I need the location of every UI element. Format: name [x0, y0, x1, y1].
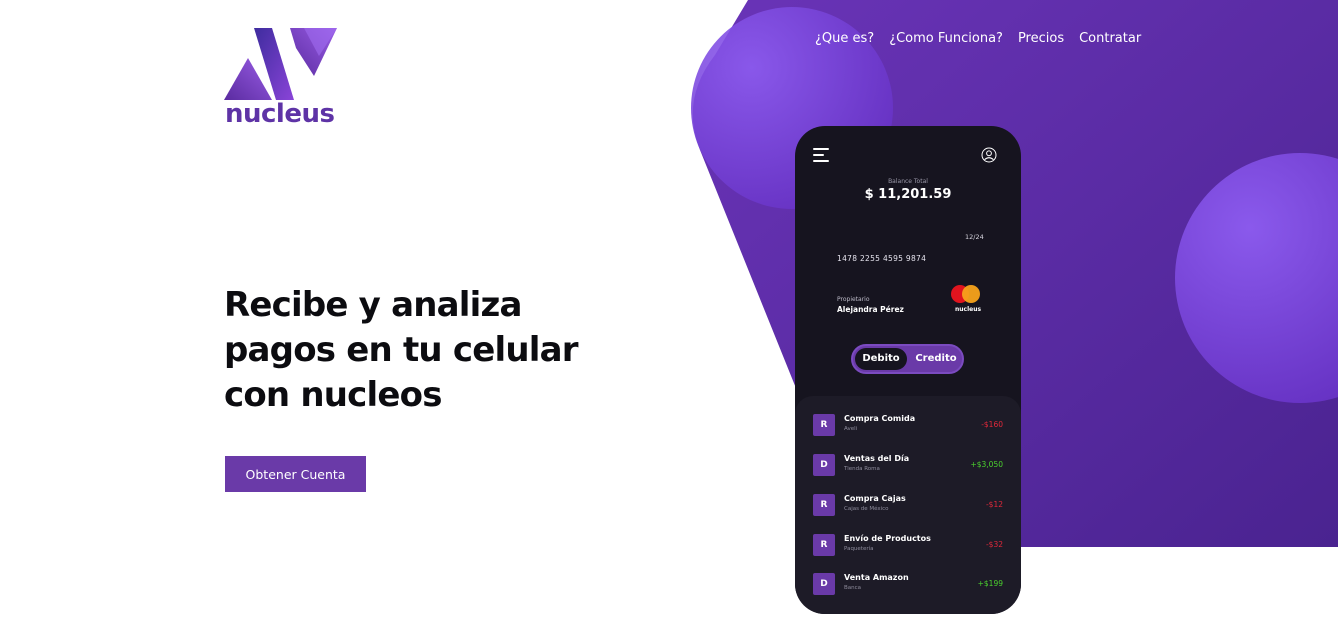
transaction-title: Compra Comida	[844, 414, 916, 423]
logo-mark-icon	[224, 28, 337, 100]
transaction-row[interactable]: D Ventas del Día Tienda Roma +$3,050	[795, 450, 1021, 480]
transaction-badge: D	[813, 573, 835, 595]
transaction-subtitle: Banca	[844, 585, 862, 591]
transactions-list: R Compra Comida Aveli -$160 D Ventas del…	[795, 396, 1021, 614]
main-nav: ¿Que es? ¿Como Funciona? Precios Contrat…	[815, 31, 1141, 46]
menu-icon[interactable]	[813, 148, 829, 162]
transaction-badge: R	[813, 414, 835, 436]
transaction-row[interactable]: R Compra Cajas Cajas de México -$12	[795, 490, 1021, 520]
transaction-subtitle: Paquetería	[844, 546, 874, 552]
hero-title-line: pagos en tu celular	[224, 330, 578, 370]
card-number: 1478 2255 4595 9874	[837, 254, 927, 263]
transaction-subtitle: Tienda Roma	[844, 466, 880, 472]
nav-link-como-funciona[interactable]: ¿Como Funciona?	[889, 31, 1003, 46]
get-account-button[interactable]: Obtener Cuenta	[225, 456, 366, 492]
debit-credit-toggle: Debito Credito	[851, 344, 964, 374]
brand-name: nucleus	[225, 99, 335, 129]
transaction-amount: -$160	[981, 420, 1003, 429]
card-owner-name: Alejandra Pérez	[837, 305, 904, 314]
brand-logo[interactable]: nucleus	[224, 26, 344, 130]
transaction-badge: R	[813, 534, 835, 556]
transaction-row[interactable]: D Venta Amazon Banca +$199	[795, 569, 1021, 599]
transaction-badge: R	[813, 494, 835, 516]
transaction-title: Ventas del Día	[844, 454, 910, 463]
transaction-title: Venta Amazon	[844, 573, 909, 582]
nav-link-contratar[interactable]: Contratar	[1079, 31, 1141, 46]
hero-title: Recibe y analiza pagos en tu celular con…	[224, 283, 644, 418]
toggle-credit[interactable]: Credito	[911, 348, 961, 370]
transaction-badge: D	[813, 454, 835, 476]
transaction-amount: -$32	[985, 540, 1003, 549]
nav-link-que-es[interactable]: ¿Que es?	[815, 31, 874, 46]
user-icon[interactable]	[981, 147, 997, 163]
balance-label: Balance Total	[888, 178, 928, 185]
card-owner-label: Propietario	[837, 296, 870, 303]
mastercard-icon	[951, 285, 980, 303]
hero-title-line: con nucleos	[224, 375, 442, 415]
transaction-row[interactable]: R Envío de Productos Paquetería -$32	[795, 530, 1021, 560]
transaction-subtitle: Aveli	[844, 426, 858, 432]
nav-link-precios[interactable]: Precios	[1018, 31, 1064, 46]
phone-mockup: Balance Total $ 11,201.59 12/24 1478 225…	[795, 126, 1021, 614]
transaction-row[interactable]: R Compra Comida Aveli -$160	[795, 410, 1021, 440]
toggle-debit[interactable]: Debito	[855, 348, 907, 370]
transaction-title: Envío de Productos	[844, 534, 931, 543]
hero-background-shape	[691, 0, 1338, 547]
transaction-title: Compra Cajas	[844, 494, 906, 503]
transaction-amount: +$3,050	[970, 460, 1003, 469]
card-expiry: 12/24	[965, 233, 984, 241]
transaction-amount: -$12	[985, 500, 1003, 509]
hero-title-line: Recibe y analiza	[224, 285, 522, 325]
transaction-subtitle: Cajas de México	[844, 506, 889, 512]
card-brand: nucleus	[955, 306, 982, 313]
balance-value: $ 11,201.59	[864, 187, 952, 202]
transaction-amount: +$199	[977, 579, 1003, 588]
